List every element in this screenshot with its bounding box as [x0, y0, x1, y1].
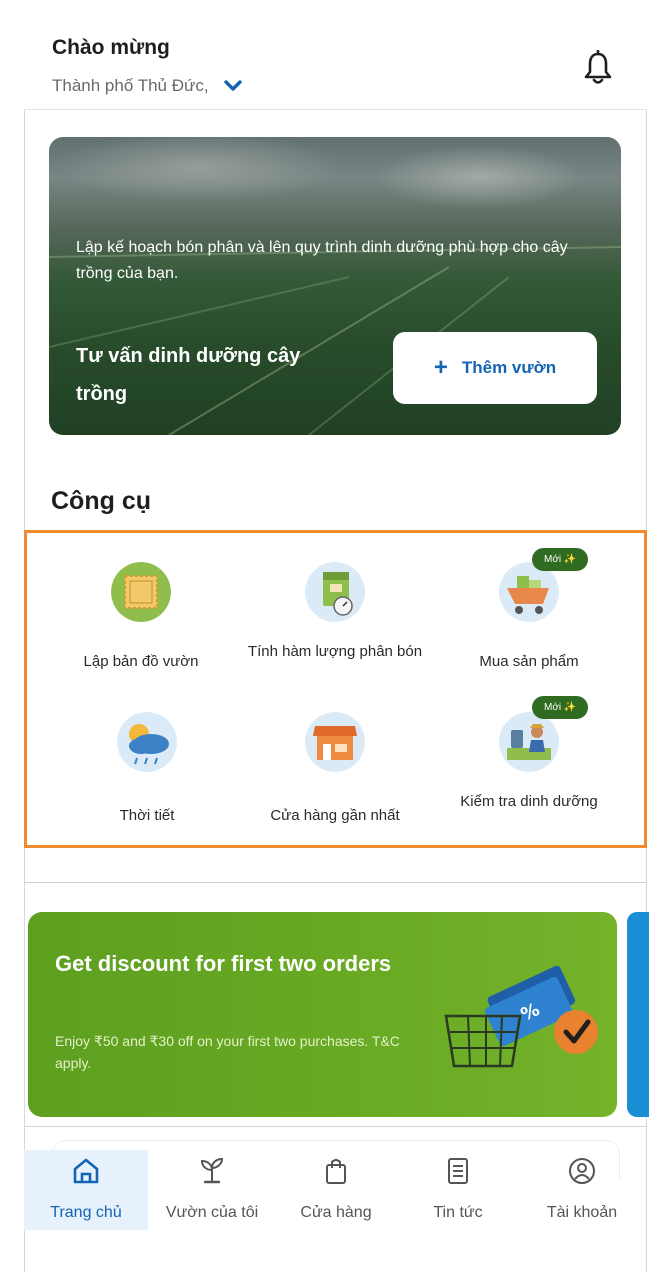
tool-label: Mua sản phẩm: [479, 653, 579, 670]
nutrition-check-icon: [499, 712, 559, 772]
tool-label: Cửa hàng gần nhất: [270, 807, 400, 824]
home-icon: [73, 1158, 99, 1184]
nav-home[interactable]: Trang chủ: [24, 1150, 148, 1230]
tool-label: Tính hàm lượng phân bón: [247, 643, 423, 660]
tool-buy-products[interactable]: Mua sản phẩm Mới ✨: [434, 548, 624, 680]
garden-map-icon: [111, 562, 171, 622]
news-icon: [448, 1158, 468, 1184]
weather-icon: [117, 712, 177, 772]
greeting-text: Chào mừng: [52, 36, 170, 59]
bottom-navigation: Trang chủ Vườn của tôi Cửa hàng Tin tức: [24, 1150, 647, 1230]
location-selector[interactable]: Thành phố Thủ Đức,: [52, 76, 243, 96]
divider: [24, 1126, 647, 1127]
discount-basket-icon: %: [444, 965, 598, 1068]
tool-fertilizer-calculator[interactable]: Tính hàm lượng phân bón: [240, 560, 430, 690]
add-garden-button[interactable]: + Thêm vườn: [393, 332, 597, 404]
tool-garden-map[interactable]: Lập bản đồ vườn: [46, 560, 236, 680]
promo-banner[interactable]: Get discount for first two orders Enjoy …: [28, 912, 617, 1117]
tools-section-title: Công cụ: [51, 487, 151, 515]
tool-label: Kiểm tra dinh dưỡng: [460, 793, 598, 810]
next-promo-card[interactable]: [627, 912, 649, 1117]
nav-label: Tài khoản: [546, 1204, 618, 1221]
banner-title: Tư vấn dinh dưỡng cây trồng: [76, 345, 301, 405]
nav-my-garden[interactable]: Vườn của tôi: [148, 1150, 276, 1230]
bell-icon[interactable]: [583, 50, 613, 86]
divider: [24, 882, 647, 883]
new-badge: Mới ✨: [532, 548, 589, 571]
tool-label: Thời tiết: [119, 807, 175, 824]
tool-weather[interactable]: Thời tiết: [52, 712, 242, 832]
store-icon: [305, 712, 365, 772]
chevron-down-icon[interactable]: [223, 79, 243, 93]
nav-news[interactable]: Tin tức: [396, 1150, 520, 1230]
promo-title: Get discount for first two orders: [55, 951, 392, 976]
nav-label: Vườn của tôi: [165, 1204, 259, 1221]
tool-nutrition-check[interactable]: Kiểm tra dinh dưỡng Mới ✨: [434, 696, 624, 842]
header: Chào mừng Thành phố Thủ Đức,: [24, 6, 647, 110]
fertilizer-calculator-icon: [305, 562, 365, 622]
nav-label: Tin tức: [433, 1204, 483, 1221]
nav-label: Cửa hàng: [300, 1204, 372, 1221]
nav-label: Trang chủ: [50, 1204, 122, 1221]
nav-account[interactable]: Tài khoản: [520, 1150, 644, 1230]
plant-icon: [200, 1157, 224, 1184]
nav-store[interactable]: Cửa hàng: [276, 1150, 396, 1230]
new-badge: Mới ✨: [532, 696, 589, 719]
plus-icon: +: [433, 354, 448, 381]
nutrition-banner: Lập kế hoạch bón phân và lên quy trình d…: [49, 137, 621, 435]
add-garden-label: Thêm vườn: [461, 358, 557, 377]
account-icon: [569, 1158, 595, 1184]
banner-subtitle: Lập kế hoạch bón phân và lên quy trình d…: [76, 239, 568, 282]
promo-description: Enjoy ₹50 and ₹30 off on your first two …: [55, 1033, 400, 1071]
location-text: Thành phố Thủ Đức,: [52, 76, 209, 95]
shopping-bag-icon: [326, 1159, 346, 1184]
shopping-cart-icon: [499, 562, 559, 622]
tool-nearest-store[interactable]: Cửa hàng gần nhất: [240, 712, 430, 832]
tool-label: Lập bản đồ vườn: [83, 653, 199, 670]
